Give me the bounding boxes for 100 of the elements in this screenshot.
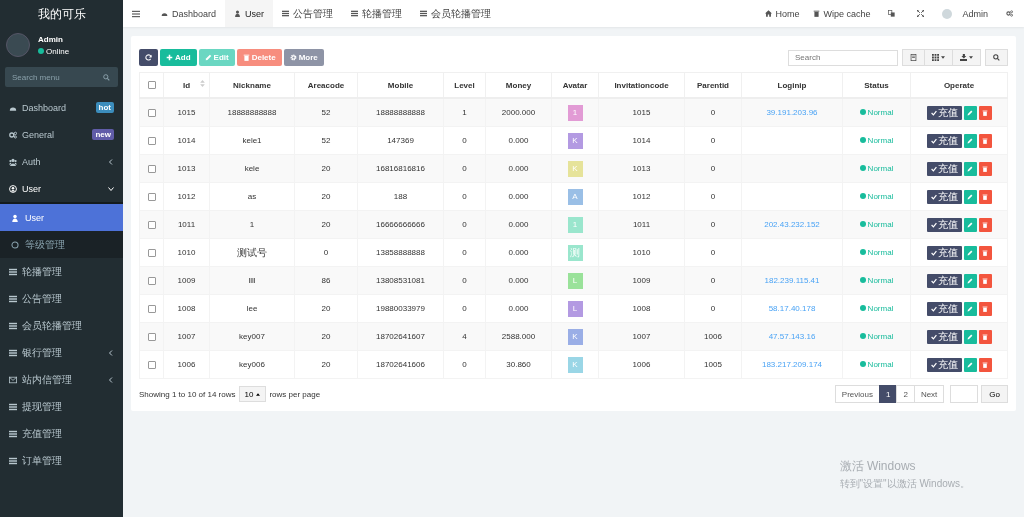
recharge-button[interactable]: 充值 bbox=[926, 245, 962, 260]
delete-button[interactable] bbox=[978, 105, 992, 120]
menu-item[interactable]: Dashboard hot bbox=[0, 94, 123, 121]
checkbox[interactable] bbox=[147, 81, 156, 90]
recharge-button[interactable]: 充值 bbox=[926, 273, 962, 288]
list-icon bbox=[9, 267, 17, 276]
checkbox[interactable] bbox=[147, 360, 156, 369]
list-icon bbox=[282, 10, 290, 17]
submenu-item[interactable]: User bbox=[0, 204, 123, 231]
edit-button[interactable] bbox=[963, 161, 977, 176]
checkbox[interactable] bbox=[147, 276, 156, 285]
recharge-button[interactable]: 充值 bbox=[926, 105, 962, 120]
recharge-button[interactable]: 充值 bbox=[926, 357, 962, 372]
checkbox[interactable] bbox=[147, 192, 156, 201]
delete-button[interactable] bbox=[978, 133, 992, 148]
edit-button[interactable] bbox=[963, 329, 977, 344]
go-button[interactable]: Go bbox=[981, 385, 1008, 403]
nav-tab[interactable]: Dashboard bbox=[152, 0, 226, 27]
page-number-field[interactable] bbox=[950, 385, 979, 403]
menu-item[interactable]: 公告管理 bbox=[0, 285, 123, 312]
menu-item[interactable]: 轮播管理 bbox=[0, 258, 123, 285]
checkbox[interactable] bbox=[147, 332, 156, 341]
nav-tab[interactable]: 轮播管理 bbox=[342, 0, 412, 27]
delete-button[interactable] bbox=[978, 301, 992, 316]
wipe-cache-link[interactable]: Wipe cache bbox=[806, 0, 878, 27]
recharge-button[interactable]: 充值 bbox=[926, 189, 962, 204]
pencil-icon bbox=[967, 333, 973, 340]
checkbox[interactable] bbox=[147, 108, 156, 117]
delete-button[interactable] bbox=[978, 329, 992, 344]
admin-menu[interactable]: Admin bbox=[935, 0, 995, 27]
page-button[interactable]: 2 bbox=[896, 385, 915, 403]
nav-tab[interactable]: User bbox=[225, 0, 274, 27]
refresh-button[interactable] bbox=[139, 49, 158, 66]
checkbox[interactable] bbox=[147, 220, 156, 229]
user-circle-icon bbox=[9, 184, 17, 193]
export-button[interactable] bbox=[953, 49, 981, 66]
table-cell: 0.000 bbox=[485, 182, 552, 211]
menu-item[interactable]: 站内信管理 bbox=[0, 366, 123, 393]
menu-item[interactable]: 充值管理 bbox=[0, 420, 123, 447]
nav-tab[interactable]: 公告管理 bbox=[273, 0, 343, 27]
menu-item[interactable]: 会员轮播管理 bbox=[0, 312, 123, 339]
checkbox[interactable] bbox=[147, 304, 156, 313]
pencil-icon bbox=[204, 54, 212, 61]
search-button[interactable] bbox=[985, 49, 1008, 66]
delete-button[interactable] bbox=[978, 273, 992, 288]
delete-button[interactable] bbox=[978, 189, 992, 204]
delete-button[interactable] bbox=[978, 161, 992, 176]
recharge-button[interactable]: 充值 bbox=[926, 329, 962, 344]
edit-button[interactable] bbox=[963, 301, 977, 316]
search-field[interactable]: Search bbox=[788, 49, 898, 66]
menu-item[interactable]: 提现管理 bbox=[0, 393, 123, 420]
menu-item[interactable]: Auth bbox=[0, 148, 123, 175]
translate-icon[interactable] bbox=[888, 10, 896, 17]
recharge-button[interactable]: 充值 bbox=[926, 301, 962, 316]
columns-button[interactable] bbox=[925, 49, 953, 66]
edit-button[interactable] bbox=[963, 105, 977, 120]
checkbox[interactable] bbox=[147, 136, 156, 145]
menu-item[interactable]: General new bbox=[0, 121, 123, 148]
menu-item[interactable]: 订单管理 bbox=[0, 447, 123, 474]
avatar-letter: 1 bbox=[567, 104, 583, 121]
page-button[interactable]: Next bbox=[913, 385, 945, 403]
activation-title: 激活 Windows bbox=[839, 458, 917, 475]
trash-icon bbox=[982, 137, 988, 144]
delete-button[interactable] bbox=[978, 245, 992, 260]
settings-icon[interactable] bbox=[1006, 10, 1013, 17]
recharge-button[interactable]: 充值 bbox=[926, 161, 962, 176]
home-link[interactable]: Home bbox=[758, 0, 807, 27]
status-label: Normal bbox=[859, 219, 894, 229]
delete-button[interactable] bbox=[978, 217, 992, 232]
checkbox[interactable] bbox=[147, 248, 156, 257]
card-view-icon bbox=[910, 54, 917, 61]
submenu-item[interactable]: 等级管理 bbox=[0, 231, 123, 258]
page-size-dropdown[interactable]: 10 bbox=[238, 386, 267, 402]
table-cell: as bbox=[209, 182, 295, 211]
recharge-button[interactable]: 充值 bbox=[926, 217, 962, 232]
page-button[interactable]: Previous bbox=[834, 385, 880, 403]
users-icon bbox=[9, 157, 17, 166]
nav-tab[interactable]: 会员轮播管理 bbox=[411, 0, 501, 27]
edit-button[interactable] bbox=[963, 245, 977, 260]
edit-button[interactable] bbox=[963, 273, 977, 288]
avatar-letter: K bbox=[567, 356, 583, 373]
edit-button[interactable] bbox=[963, 189, 977, 204]
table-cell: 0 bbox=[684, 238, 742, 267]
checkbox[interactable] bbox=[147, 164, 156, 173]
pencil-icon bbox=[967, 249, 973, 256]
trash-icon bbox=[242, 54, 250, 61]
home-icon bbox=[765, 10, 773, 17]
delete-button[interactable] bbox=[978, 357, 992, 372]
menu-icon[interactable] bbox=[132, 9, 140, 18]
edit-button[interactable] bbox=[963, 357, 977, 372]
toggle-view-button[interactable] bbox=[902, 49, 925, 66]
circle-icon bbox=[11, 240, 19, 249]
menu-item[interactable]: User bbox=[0, 175, 123, 202]
avatar-letter: K bbox=[567, 328, 583, 345]
recharge-button[interactable]: 充值 bbox=[926, 133, 962, 148]
fullscreen-icon[interactable] bbox=[917, 10, 925, 17]
menu-item[interactable]: 银行管理 bbox=[0, 339, 123, 366]
search-menu-field[interactable]: Search menu bbox=[5, 67, 118, 87]
edit-button[interactable] bbox=[963, 133, 977, 148]
edit-button[interactable] bbox=[963, 217, 977, 232]
